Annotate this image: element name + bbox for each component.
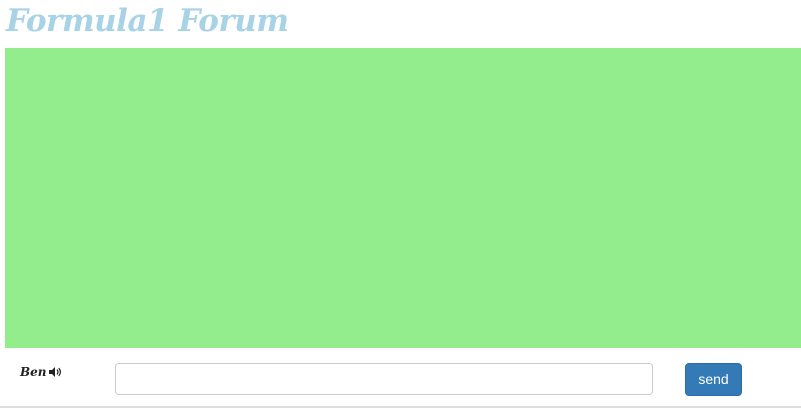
speaker-icon bbox=[48, 367, 61, 377]
forum-page: Formula1 Forum Ben send bbox=[0, 0, 801, 409]
user-name: Ben bbox=[20, 365, 47, 379]
current-user: Ben bbox=[20, 365, 62, 379]
message-composer: Ben send bbox=[0, 348, 801, 406]
send-button[interactable]: send bbox=[685, 363, 742, 396]
page-title: Formula1 Forum bbox=[6, 3, 289, 39]
message-input[interactable] bbox=[115, 363, 653, 395]
bottom-divider bbox=[0, 406, 801, 408]
chat-message-area bbox=[5, 48, 801, 348]
